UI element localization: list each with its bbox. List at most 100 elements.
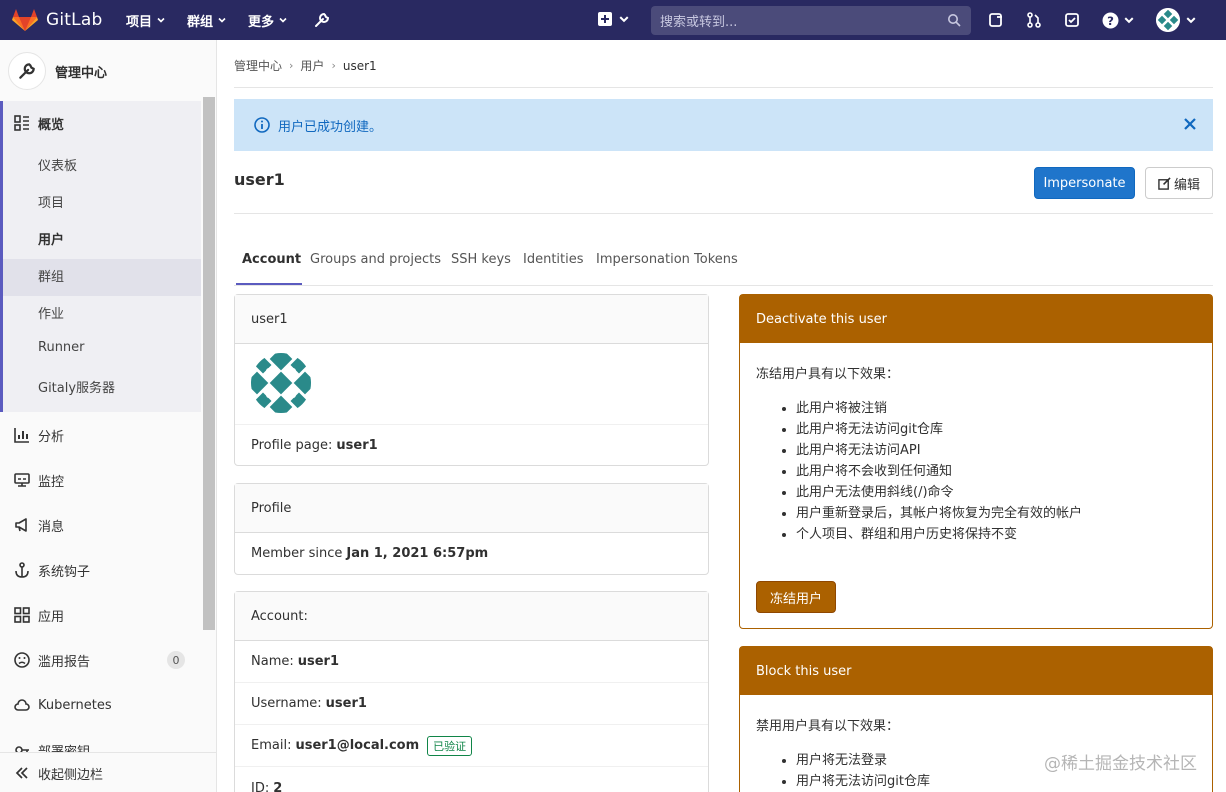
sidebar-item-messages[interactable]: 消息 (0, 516, 201, 535)
help-dropdown[interactable]: ? (1102, 12, 1134, 29)
todos-icon[interactable] (1064, 12, 1080, 28)
profile-page-row: Profile page: user1 (251, 437, 378, 453)
close-icon[interactable] (1183, 117, 1197, 131)
sidebar-active-highlight (3, 259, 201, 296)
card-header: Deactivate this user (740, 295, 1212, 343)
menu-more[interactable]: 更多 (248, 11, 287, 30)
sidebar-item-system-hooks[interactable]: 系统钩子 (0, 561, 201, 580)
member-since-row: Member since Jan 1, 2021 6:57pm (251, 546, 489, 561)
breadcrumb-users[interactable]: 用户 (300, 57, 324, 74)
deactivate-card: Deactivate this user 冻结用户具有以下效果： 此用户将被注销… (739, 294, 1213, 629)
impersonate-button[interactable]: Impersonate (1034, 167, 1135, 199)
edit-button[interactable]: 编辑 (1145, 167, 1213, 199)
overview-icon (14, 115, 29, 131)
email-row: Email: user1@local.com 已验证 (235, 725, 708, 767)
gitlab-logo-icon (12, 9, 38, 31)
new-dropdown-button[interactable] (597, 11, 629, 27)
alert-message: 用户已成功创建。 (278, 119, 383, 135)
list-item: 用户将无法登录 (796, 750, 930, 771)
success-alert: 用户已成功创建。 (234, 99, 1213, 151)
sidebar-item-groups[interactable]: 群组 (38, 266, 64, 285)
sidebar-item-applications[interactable]: 应用 (0, 606, 201, 625)
block-intro: 禁用用户具有以下效果： (756, 719, 900, 734)
deactivate-intro: 冻结用户具有以下效果： (756, 367, 900, 382)
sidebar-item-users[interactable]: 用户 (38, 229, 64, 248)
admin-avatar (8, 52, 46, 90)
double-chevron-left-icon (15, 767, 28, 779)
card-header: user1 (235, 295, 708, 344)
cloud-gear-icon (14, 699, 30, 711)
sidebar-item-jobs[interactable]: 作业 (38, 303, 64, 322)
anchor-icon (15, 562, 29, 578)
breadcrumb-admin[interactable]: 管理中心 (234, 57, 282, 74)
gitlab-home-link[interactable]: GitLab (12, 8, 112, 32)
account-card: Account: Name: user1 Username: user1 Email… (234, 591, 709, 792)
list-item: 此用户将被注销 (796, 398, 1082, 419)
list-item: 用户将无法访问git仓库 (796, 771, 930, 792)
plus-square-icon (598, 12, 612, 26)
sidebar-item-runners[interactable]: Runner (38, 340, 85, 355)
email-link[interactable]: user1@local.com (295, 738, 419, 753)
wrench-icon (19, 63, 35, 79)
bullhorn-icon (15, 518, 27, 532)
list-item: 用户重新登录后，其帐户将恢复为完全有效的帐户 (796, 503, 1082, 524)
sidebar-header[interactable]: 管理中心 (8, 52, 107, 90)
search-icon (948, 14, 961, 27)
chevron-down-icon (1186, 17, 1196, 24)
verified-badge: 已验证 (427, 735, 473, 756)
card-header: Block this user (740, 647, 1212, 695)
tab-ssh-keys[interactable]: SSH keys (451, 252, 511, 267)
breadcrumb-current[interactable]: user1 (343, 59, 377, 73)
monitor-icon (14, 473, 30, 487)
username-row: Username: user1 (235, 683, 708, 725)
brand-name: GitLab (46, 10, 103, 30)
chevron-down-icon (1124, 17, 1134, 24)
merge-requests-icon[interactable] (1026, 12, 1042, 28)
list-item: 个人项目、群组和用户历史将保持不变 (796, 524, 1082, 545)
svg-text:?: ? (1107, 13, 1114, 27)
card-header: Profile (235, 484, 708, 533)
card-header: Account: (235, 592, 708, 641)
divider (234, 87, 1213, 88)
user-card: user1 Profile page: user1 (234, 294, 709, 466)
frown-face-icon (14, 652, 30, 668)
search-input[interactable]: 搜索或转到... (651, 6, 971, 35)
list-item: 此用户无法使用斜线(/)命令 (796, 482, 1082, 503)
sidebar-item-gitaly[interactable]: Gitaly服务器 (38, 377, 115, 396)
profile-card: Profile Member since Jan 1, 2021 6:57pm (234, 483, 709, 575)
applications-icon (14, 607, 30, 623)
sidebar-item-overview[interactable]: 概览 (0, 114, 201, 133)
deactivate-effects-list: 此用户将被注销 此用户将无法访问git仓库 此用户将无法访问API 此用户将不会… (796, 398, 1082, 545)
deactivate-user-button[interactable]: 冻结用户 (756, 581, 836, 613)
avatar (1156, 8, 1180, 32)
menu-groups[interactable]: 群组 (187, 11, 226, 30)
tab-groups-projects[interactable]: Groups and projects (310, 252, 441, 267)
admin-wrench-icon[interactable] (313, 11, 331, 29)
issues-icon[interactable] (988, 12, 1004, 28)
sidebar-item-abuse-reports[interactable]: 滥用报告 0 (0, 651, 201, 670)
sidebar-item-analytics[interactable]: 分析 (0, 426, 201, 445)
sidebar-item-kubernetes[interactable]: Kubernetes (0, 696, 201, 714)
sidebar-item-monitoring[interactable]: 监控 (0, 471, 201, 490)
name-row: Name: user1 (235, 641, 708, 683)
sidebar-item-projects[interactable]: 项目 (38, 192, 64, 211)
sidebar-scrollbar[interactable] (203, 97, 215, 630)
top-navbar: GitLab 项目 群组 更多 搜索或转到... ? (0, 0, 1226, 40)
tab-impersonation-tokens[interactable]: Impersonation Tokens (596, 252, 738, 267)
profile-link[interactable]: user1 (336, 438, 377, 453)
edit-icon (1158, 176, 1171, 190)
collapse-sidebar-button[interactable]: 收起侧边栏 (0, 752, 216, 792)
info-icon (254, 117, 270, 133)
list-item: 此用户将不会收到任何通知 (796, 461, 1082, 482)
menu-projects[interactable]: 项目 (126, 11, 165, 30)
list-item: 此用户将无法访问git仓库 (796, 419, 1082, 440)
tab-account[interactable]: Account (242, 252, 301, 267)
sidebar-overview-group (0, 101, 201, 412)
user-menu-dropdown[interactable] (1156, 8, 1196, 32)
id-row: ID: 2 (251, 780, 283, 792)
list-item: 此用户将无法访问API (796, 440, 1082, 461)
user-tabs: Account Groups and projects SSH keys Ide… (234, 240, 1213, 286)
tab-identities[interactable]: Identities (523, 252, 584, 267)
abuse-count-badge: 0 (167, 651, 185, 669)
sidebar-item-dashboard[interactable]: 仪表板 (38, 155, 77, 174)
